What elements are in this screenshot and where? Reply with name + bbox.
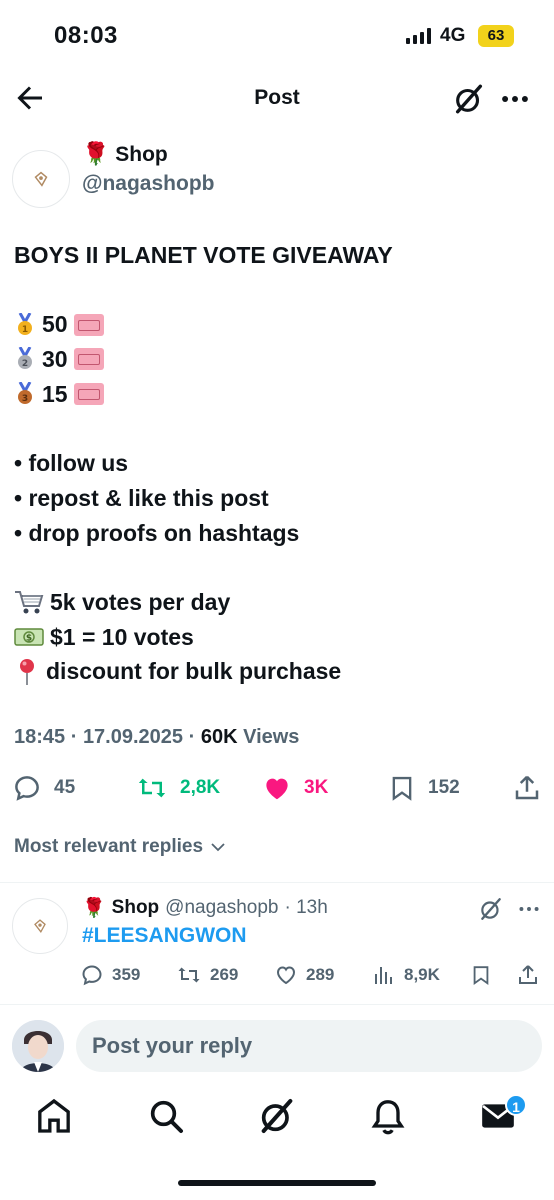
post-actions: 45 2,8K 3K 152 — [0, 766, 554, 810]
tab-bar — [0, 1092, 554, 1142]
grok-icon[interactable] — [478, 896, 504, 922]
views-label: Views — [243, 726, 300, 748]
svg-text:2: 2 — [22, 359, 28, 369]
bookmark-icon — [392, 776, 412, 801]
post-time: 18:45 — [14, 726, 66, 748]
svg-text:1: 1 — [22, 325, 28, 335]
bookmark-button[interactable]: 152 — [388, 766, 460, 810]
signal-icon — [406, 28, 431, 44]
author-handle[interactable]: @nagashopb — [82, 172, 214, 196]
reply-hashtag-link[interactable]: #LEESANGWON — [82, 924, 247, 948]
rule-line-2: • repost & like this post — [14, 484, 269, 511]
post-meta: 18:45 · 17.09.2025 · 60K Views — [14, 726, 300, 748]
divider — [0, 1004, 554, 1005]
bookmark-icon[interactable] — [470, 963, 492, 987]
home-icon[interactable] — [34, 1096, 74, 1136]
view-count: 60K — [200, 726, 238, 748]
more-icon[interactable] — [516, 896, 542, 922]
divider — [0, 882, 554, 883]
heart-icon — [276, 966, 296, 985]
user-avatar[interactable] — [12, 1020, 64, 1072]
rose-icon: 🌹 — [82, 897, 106, 919]
reply-avatar[interactable] — [12, 898, 68, 954]
reply-button[interactable]: 45 — [12, 766, 75, 810]
search-icon[interactable] — [146, 1096, 186, 1136]
money-icon: $ — [14, 628, 44, 646]
nav-header: Post — [0, 72, 554, 126]
rule-line-3: • drop proofs on hashtags — [14, 519, 300, 546]
ticket-icon — [73, 348, 104, 371]
post-date: 17.09.2025 — [82, 726, 184, 748]
reply-age: · 13h — [284, 896, 328, 918]
share-icon[interactable] — [512, 773, 542, 803]
author-name[interactable]: 🌹 Shop — [82, 142, 168, 167]
prize-line-1: 1 50 — [14, 307, 544, 342]
bronze-medal-icon: 3 — [18, 382, 32, 405]
author-avatar[interactable] — [12, 150, 70, 208]
more-icon[interactable] — [498, 82, 532, 116]
svg-text:$: $ — [26, 633, 32, 643]
pin-icon — [20, 658, 34, 685]
grok-icon[interactable] — [452, 82, 486, 116]
post-text: BOYS II PLANET VOTE GIVEAWAY 1 50 2 30 3… — [14, 238, 544, 689]
svg-text:3: 3 — [22, 394, 28, 404]
gold-medal-icon: 1 — [18, 312, 32, 335]
reply-input[interactable]: Post your reply — [76, 1020, 542, 1072]
reply-like-button[interactable]: 289 — [274, 958, 334, 992]
status-bar: 08:03 4G 63 — [0, 0, 554, 70]
repost-icon — [178, 967, 200, 983]
notification-badge: 1 — [505, 1094, 527, 1116]
info-line-3: discount for bulk purchase — [14, 654, 544, 689]
ticket-icon — [73, 313, 104, 336]
replies-sort-toggle[interactable]: Most relevant replies — [14, 836, 227, 858]
reply-reply-button[interactable]: 359 — [80, 958, 140, 992]
repost-button[interactable]: 2,8K — [136, 766, 220, 810]
bell-icon[interactable] — [368, 1096, 408, 1136]
post-title: BOYS II PLANET VOTE GIVEAWAY — [14, 242, 393, 268]
reply-author-handle[interactable]: @nagashopb — [165, 897, 278, 919]
user-avatar-image — [12, 1020, 64, 1072]
reply-actions: 359 269 289 8,9K — [0, 958, 554, 992]
info-line-1: 5k votes per day — [14, 585, 544, 620]
prize-line-2: 2 30 — [14, 342, 544, 377]
views-icon — [375, 967, 392, 984]
reply-views-button[interactable]: 8,9K — [372, 958, 440, 992]
ticket-icon — [73, 383, 104, 406]
prize-line-3: 3 15 — [14, 377, 544, 412]
silver-medal-icon: 2 — [18, 347, 32, 370]
heart-icon — [266, 778, 288, 800]
grok-icon[interactable] — [257, 1096, 297, 1136]
reply-icon — [15, 776, 39, 801]
rule-line-1: • follow us — [14, 450, 129, 477]
like-button[interactable]: 3K — [262, 766, 328, 810]
status-time: 08:03 — [54, 22, 118, 49]
rose-icon: 🌹 — [82, 142, 110, 167]
reply-repost-button[interactable]: 269 — [176, 958, 238, 992]
shop-logo-icon — [34, 171, 48, 187]
info-line-2: $ $1 = 10 votes — [14, 620, 544, 655]
shop-logo-icon — [34, 919, 46, 934]
cart-icon — [15, 591, 44, 614]
reply-icon — [82, 965, 102, 986]
reply-author-name[interactable]: Shop — [112, 897, 160, 919]
reply-header: 🌹 Shop @nagashopb · 13h — [82, 896, 328, 920]
repost-icon — [138, 778, 166, 798]
battery-indicator: 63 — [478, 25, 514, 47]
home-indicator — [178, 1180, 376, 1186]
network-type: 4G — [440, 25, 466, 46]
chevron-down-icon — [211, 843, 225, 852]
share-icon[interactable] — [516, 963, 540, 987]
